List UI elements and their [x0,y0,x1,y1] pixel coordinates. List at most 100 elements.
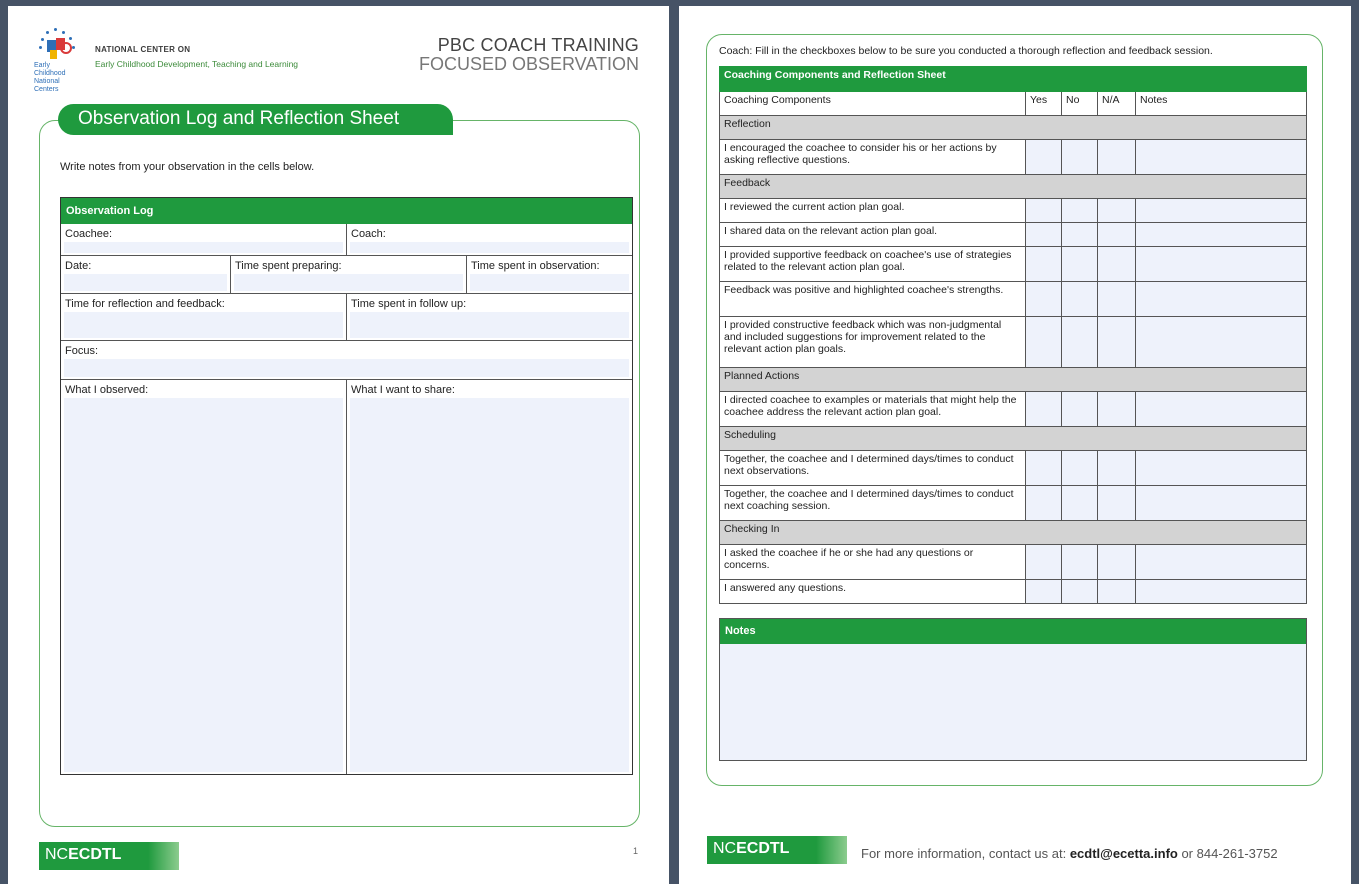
coachee-field[interactable]: Coachee: [61,224,347,256]
footer-ecdtl: ECDTL [736,840,790,857]
table-header: Coaching Components and Reflection Sheet [719,66,1307,92]
ecnc-logo-icon [36,28,80,64]
yes-checkbox[interactable] [1025,139,1062,175]
notes-cell[interactable] [1135,281,1307,317]
no-checkbox[interactable] [1061,391,1098,427]
share-field[interactable]: What I want to share: [347,380,632,774]
time-followup-field[interactable]: Time spent in follow up: [347,294,632,341]
na-checkbox[interactable] [1097,391,1136,427]
na-checkbox[interactable] [1097,281,1136,317]
time-followup-label: Time spent in follow up: [351,298,467,310]
na-checkbox[interactable] [1097,485,1136,521]
section-scheduling: Scheduling [719,426,1307,451]
no-checkbox[interactable] [1061,544,1098,580]
no-checkbox[interactable] [1061,222,1098,247]
time-observation-field[interactable]: Time spent in observation: [467,256,632,294]
na-checkbox[interactable] [1097,246,1136,282]
yes-checkbox[interactable] [1025,450,1062,486]
yes-checkbox[interactable] [1025,485,1062,521]
na-checkbox[interactable] [1097,222,1136,247]
na-checkbox[interactable] [1097,579,1136,604]
section-reflection: Reflection [719,115,1307,140]
col-header-yes: Yes [1025,91,1062,116]
notes-cell[interactable] [1135,450,1307,486]
page-coaching-components: Coach: Fill in the checkboxes below to b… [679,6,1351,884]
coach-instructions: Coach: Fill in the checkboxes below to b… [719,45,1213,57]
notes-area[interactable] [720,644,1306,760]
contact-email[interactable]: ecdtl@ecetta.info [1070,846,1178,861]
instructions: Write notes from your observation in the… [60,161,315,173]
section-banner: Observation Log and Reflection Sheet [58,104,453,135]
no-checkbox[interactable] [1061,198,1098,223]
notes-cell[interactable] [1135,485,1307,521]
na-checkbox[interactable] [1097,450,1136,486]
component-item: I shared data on the relevant action pla… [719,222,1026,247]
na-checkbox[interactable] [1097,139,1136,175]
focus-label: Focus: [65,345,99,357]
date-field[interactable]: Date: [61,256,231,294]
no-checkbox[interactable] [1061,579,1098,604]
doc-title: PBC COACH TRAINING [437,35,639,55]
notes-cell[interactable] [1135,246,1307,282]
time-observation-label: Time spent in observation: [471,260,600,272]
section-feedback: Feedback [719,174,1307,199]
no-checkbox[interactable] [1061,485,1098,521]
no-checkbox[interactable] [1061,139,1098,175]
notes-cell[interactable] [1135,579,1307,604]
yes-checkbox[interactable] [1025,391,1062,427]
notes-box[interactable]: Notes [719,618,1307,761]
component-item: I encouraged the coachee to consider his… [719,139,1026,175]
observation-log-table: Observation Log Coachee: Coach: Date: Ti… [60,197,633,775]
notes-cell[interactable] [1135,139,1307,175]
section-checking-in: Checking In [719,520,1307,545]
coach-label: Coach: [351,228,386,240]
notes-cell[interactable] [1135,544,1307,580]
footer-nc: NC [713,840,737,857]
component-item: I provided supportive feedback on coache… [719,246,1026,282]
no-checkbox[interactable] [1061,450,1098,486]
footer-ecdtl: ECDTL [68,846,122,863]
yes-checkbox[interactable] [1025,246,1062,282]
page-observation-log: Early Childhood National Centers NATIONA… [8,6,669,884]
yes-checkbox[interactable] [1025,316,1062,368]
no-checkbox[interactable] [1061,316,1098,368]
yes-checkbox[interactable] [1025,198,1062,223]
no-checkbox[interactable] [1061,281,1098,317]
footer-nc: NC [45,846,69,863]
component-item: Together, the coachee and I determined d… [719,450,1026,486]
col-header-notes: Notes [1135,91,1307,116]
focus-field[interactable]: Focus: [61,341,632,380]
component-item: I reviewed the current action plan goal. [719,198,1026,223]
component-item: I directed coachee to examples or materi… [719,391,1026,427]
table-header: Observation Log [61,198,632,224]
notes-cell[interactable] [1135,222,1307,247]
notes-header: Notes [720,619,1306,644]
notes-cell[interactable] [1135,316,1307,368]
contact-info: For more information, contact us at: ecd… [861,846,1278,861]
time-reflection-label: Time for reflection and feedback: [65,298,225,310]
na-checkbox[interactable] [1097,544,1136,580]
coaching-components-table: Coaching Components and Reflection Sheet… [719,66,1307,604]
share-label: What I want to share: [351,384,455,396]
component-item: I provided constructive feedback which w… [719,316,1026,368]
page-number: 1 [633,846,639,856]
observed-label: What I observed: [65,384,149,396]
component-item: Together, the coachee and I determined d… [719,485,1026,521]
doc-subtitle: FOCUSED OBSERVATION [418,54,639,74]
notes-cell[interactable] [1135,198,1307,223]
yes-checkbox[interactable] [1025,222,1062,247]
no-checkbox[interactable] [1061,246,1098,282]
time-reflection-field[interactable]: Time for reflection and feedback: [61,294,347,341]
observed-field[interactable]: What I observed: [61,380,347,774]
na-checkbox[interactable] [1097,198,1136,223]
col-header-no: No [1061,91,1098,116]
notes-cell[interactable] [1135,391,1307,427]
yes-checkbox[interactable] [1025,544,1062,580]
time-preparing-field[interactable]: Time spent preparing: [231,256,467,294]
ncecdtl-logo: NCECDTL [39,842,179,870]
yes-checkbox[interactable] [1025,281,1062,317]
coach-field[interactable]: Coach: [347,224,632,256]
component-item: I answered any questions. [719,579,1026,604]
na-checkbox[interactable] [1097,316,1136,368]
yes-checkbox[interactable] [1025,579,1062,604]
